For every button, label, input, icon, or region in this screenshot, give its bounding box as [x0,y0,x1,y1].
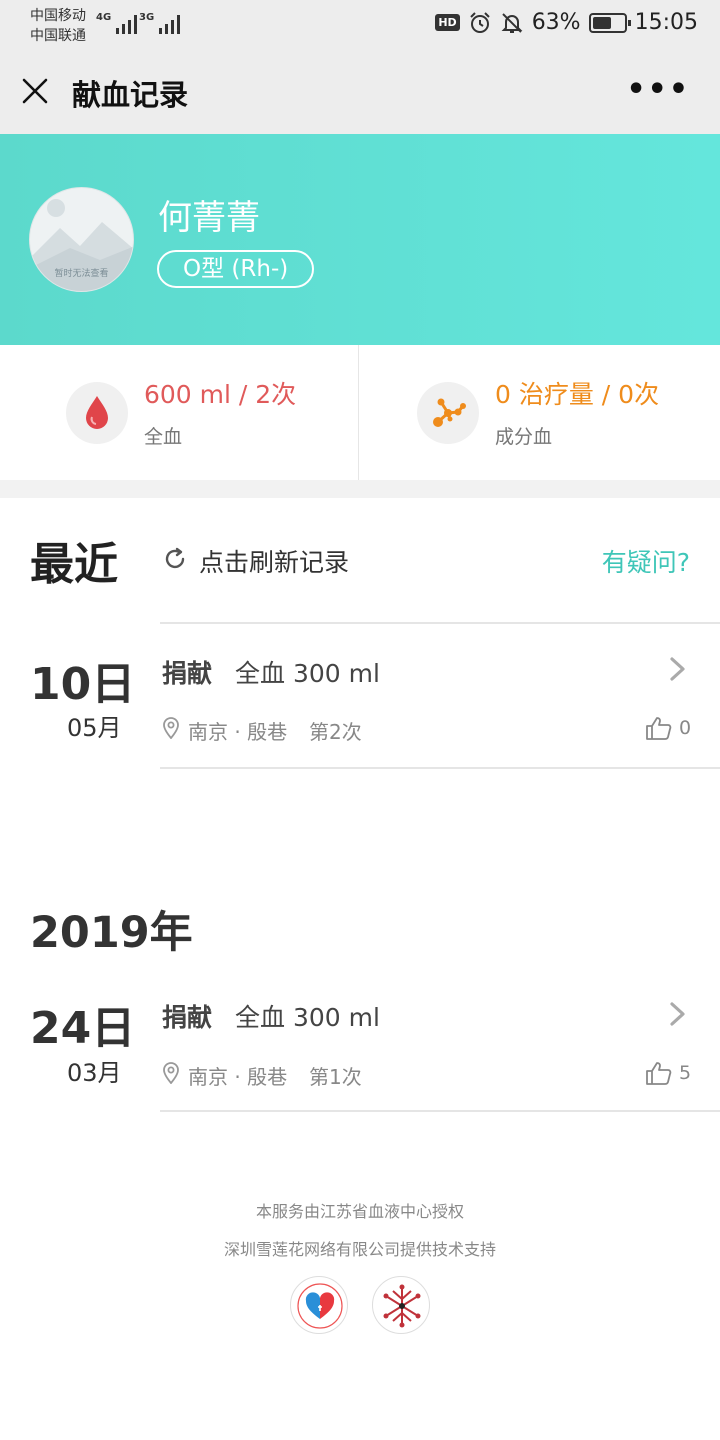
component-blood-value: 0 治疗量 / 0次 [495,380,660,409]
profile-header: 暂时无法查看 何菁菁 O型 (Rh-) [0,134,720,345]
battery-fill [592,16,612,29]
close-icon[interactable] [20,76,50,106]
divider [160,622,720,624]
record-location: 南京 · 殷巷 [188,720,288,744]
record-kind[interactable]: 捐献 [162,998,212,1034]
hd-badge: HD [435,14,460,31]
record-detail[interactable]: 全血 300 ml [235,654,380,690]
chevron-right-icon[interactable] [668,1000,688,1028]
clock: 15:05 [634,10,698,35]
signal-2-icon: 3G [139,12,181,34]
alarm-icon [469,11,490,33]
year-title: 2019年 [30,908,193,958]
signal-1-icon: 4G [96,12,138,34]
like-count: 0 [679,717,692,739]
record-month: 05月 [67,714,122,742]
blood-center-logo [290,1276,348,1334]
location-pin-icon [163,717,179,739]
battery-percent: 63% [531,10,581,35]
chevron-right-icon[interactable] [668,655,688,683]
question-link[interactable]: 有疑问? [602,543,690,579]
stats-divider [358,345,359,480]
whole-blood-value: 600 ml / 2次 [144,380,297,409]
blood-drop-icon [66,382,128,444]
whole-blood-label: 全血 [144,426,183,448]
divider [160,767,720,769]
battery-icon [588,12,631,33]
record-month: 03月 [67,1059,122,1087]
page-title: 献血记录 [72,78,189,112]
component-blood-icon [417,382,479,444]
record-kind[interactable]: 捐献 [162,654,212,690]
carrier-2: 中国联通 [30,28,86,44]
blood-type-badge: O型 (Rh-) [157,250,315,288]
component-blood-label: 成分血 [495,426,553,448]
divider [160,1110,720,1112]
thumbs-up-icon[interactable] [645,1060,672,1086]
refresh-button[interactable]: 点击刷新记录 [199,543,349,579]
record-day: 10日 [30,659,136,710]
carrier-1: 中国移动 [30,8,86,24]
record-count: 第2次 [309,720,362,744]
status-bar: 中国移动 中国联通 4G 3G HD 63% 15:05 [0,0,720,50]
avatar-caption: 暂时无法查看 [54,269,109,279]
mute-bell-icon [501,12,523,33]
recent-title: 最近 [30,539,118,590]
section-gap [0,480,720,498]
avatar[interactable]: 暂时无法查看 [29,187,134,292]
user-name: 何菁菁 [158,198,260,238]
status-right: HD 63% 15:05 [435,10,698,35]
location-pin-icon [163,1062,179,1084]
footer-authorization: 本服务由江苏省血液中心授权 [255,1202,464,1221]
thumbs-up-icon[interactable] [645,715,672,741]
footer-support: 深圳雪莲花网络有限公司提供技术支持 [223,1240,496,1259]
record-count: 第1次 [309,1065,362,1089]
refresh-icon[interactable] [163,547,187,571]
nav-bar: 献血记录 ••• [0,50,720,134]
record-day: 24日 [30,1003,136,1054]
record-detail[interactable]: 全血 300 ml [235,998,380,1034]
snowflake-logo [372,1276,430,1334]
donation-stats: 600 ml / 2次 全血 0 治疗量 / 0次 成分血 [0,345,720,480]
carrier-names: 中国移动 中国联通 [30,6,86,46]
record-location: 南京 · 殷巷 [188,1065,288,1089]
more-menu-button[interactable]: ••• [626,75,690,105]
like-count: 5 [679,1062,692,1084]
